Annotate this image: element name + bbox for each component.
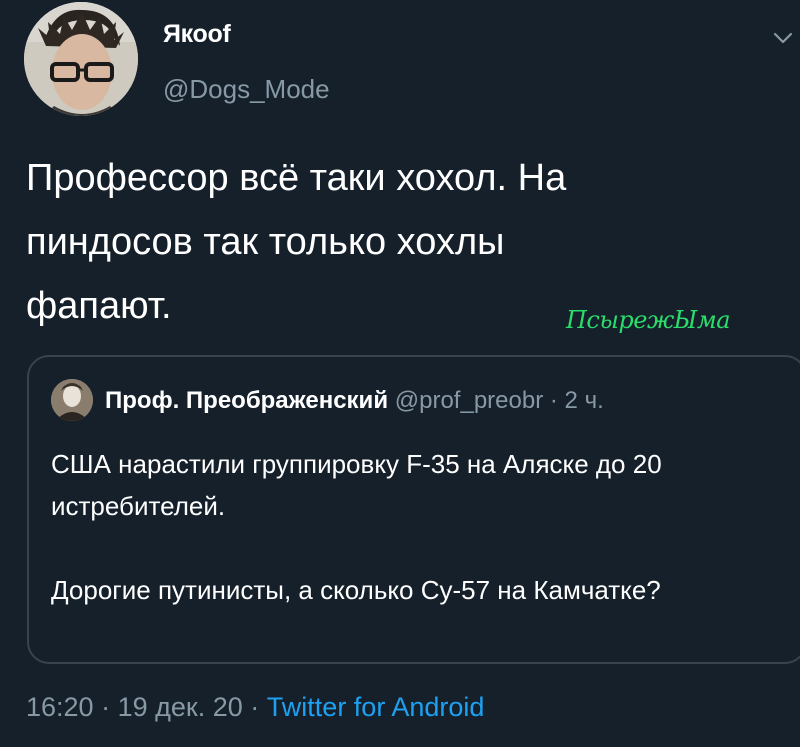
quoted-tweet-paragraph: Дорогие путинисты, а сколько Су-57 на Ка…: [51, 575, 661, 605]
quoted-author-avatar: [51, 379, 93, 421]
author-avatar[interactable]: [24, 2, 138, 116]
quoted-tweet-paragraph: США нарастили группировку F-35 на Аляске…: [51, 449, 662, 521]
chevron-down-icon[interactable]: [772, 30, 794, 46]
tweet-date[interactable]: 19 дек. 20: [118, 692, 243, 722]
author-handle[interactable]: @Dogs_Mode: [163, 74, 330, 105]
tweet-text-line: Профессор всё таки хохол. На: [26, 157, 567, 199]
avatar-photo: [24, 2, 138, 116]
author-display-name[interactable]: Якоof: [163, 20, 231, 49]
tweet-time[interactable]: 16:20: [26, 692, 94, 722]
separator-dot: ·: [549, 387, 558, 414]
quoted-tweet-time: 2 ч.: [564, 387, 604, 414]
tweet-source-link[interactable]: Twitter for Android: [267, 692, 485, 722]
watermark: ПсырежЫма: [566, 306, 731, 334]
tweet-text-line: пиндосов так только хохлы: [26, 221, 505, 263]
quoted-tweet-card[interactable]: Проф. Преображенский @prof_preobr · 2 ч.…: [27, 355, 800, 664]
quoted-author-handle: @prof_preobr: [394, 387, 544, 414]
quoted-tweet-text: США нарастили группировку F-35 на Аляске…: [51, 443, 771, 611]
quoted-tweet-header: Проф. Преображенский @prof_preobr · 2 ч.: [105, 387, 604, 415]
separator-dot: ·: [101, 692, 111, 722]
tweet: Якоof @Dogs_Mode Профессор всё таки хохо…: [0, 0, 800, 747]
separator-dot: ·: [250, 692, 260, 722]
tweet-metadata: 16:20 · 19 дек. 20 · Twitter for Android: [26, 692, 484, 723]
quoted-author-name: Проф. Преображенский: [105, 387, 389, 414]
